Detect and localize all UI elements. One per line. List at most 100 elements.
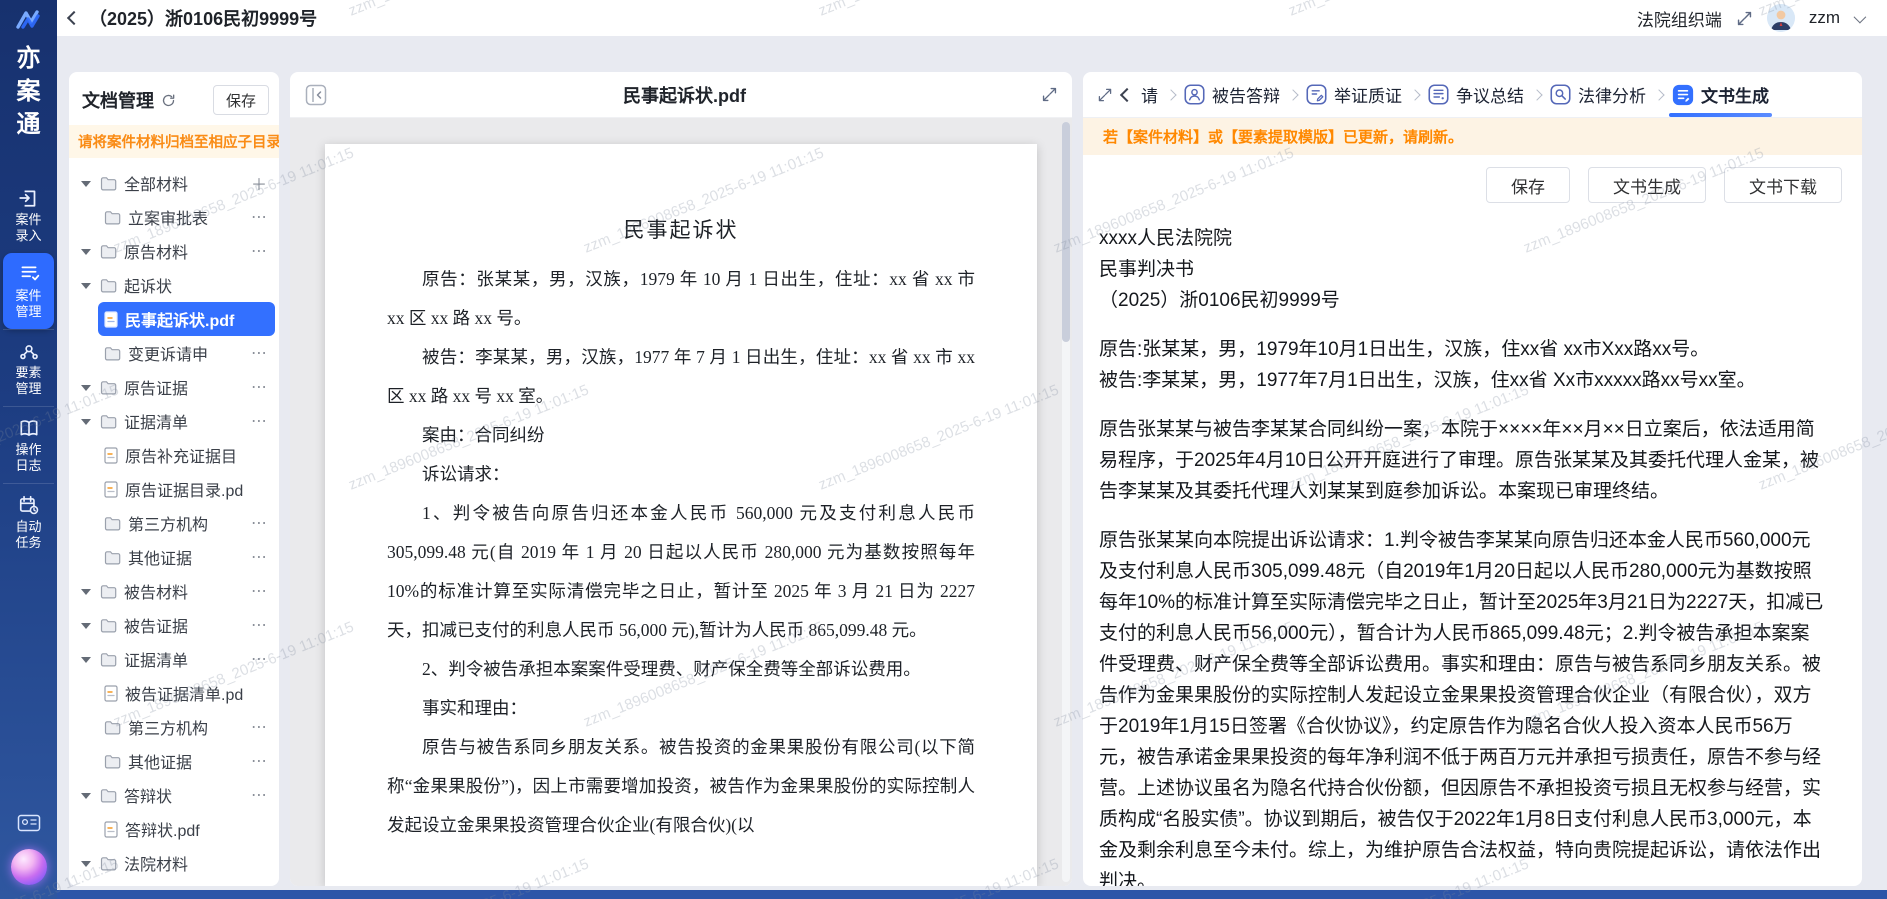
bottom-edge-strip bbox=[57, 890, 1887, 899]
tabs-scroll-left-icon[interactable] bbox=[1120, 87, 1134, 101]
tree-row[interactable]: 立案审批表 ⋯ bbox=[75, 200, 275, 234]
pdf-paragraph: 1、判令被告向原告归还本金人民币 560,000 元及支付利息人民币 305,0… bbox=[387, 494, 975, 650]
tree-row[interactable]: 原告补充证据目 bbox=[75, 438, 275, 472]
tree-row[interactable]: 被告证据 ⋯ bbox=[75, 608, 275, 642]
folder-icon bbox=[104, 720, 121, 735]
back-chevron-icon[interactable] bbox=[67, 11, 81, 25]
user-avatar[interactable] bbox=[1767, 4, 1795, 32]
tree-row[interactable]: 答辩状 ⋯ bbox=[75, 778, 275, 812]
row-action-icon[interactable]: ⋯ bbox=[251, 785, 269, 805]
tab-label: 法律分析 bbox=[1578, 82, 1646, 107]
generate-document-button[interactable]: 文书生成 bbox=[1588, 167, 1706, 203]
row-action-icon[interactable]: ＋ bbox=[251, 171, 269, 195]
ai-assistant-orb[interactable] bbox=[11, 849, 47, 885]
row-action-icon[interactable]: ⋯ bbox=[251, 581, 269, 601]
doc-generate-icon bbox=[1672, 84, 1694, 106]
pdf-doc-title: 民事起诉状 bbox=[387, 214, 975, 244]
save-button[interactable]: 保存 bbox=[213, 85, 269, 115]
download-document-button[interactable]: 文书下载 bbox=[1724, 167, 1842, 203]
case-number-title: （2025）浙0106民初9999号 bbox=[89, 5, 317, 31]
tree-row[interactable]: 起诉状 bbox=[75, 268, 275, 302]
row-action-icon[interactable]: ⋯ bbox=[251, 411, 269, 431]
caret-down-icon[interactable] bbox=[81, 384, 94, 390]
tree-row[interactable]: 原告证据 ⋯ bbox=[75, 370, 275, 404]
tree-row[interactable]: 证据清单 ⋯ bbox=[75, 404, 275, 438]
row-action-icon[interactable]: ⋯ bbox=[251, 207, 269, 227]
tab-label: 举证质证 bbox=[1334, 82, 1402, 107]
sidebar-item-label: 操作日志 bbox=[14, 442, 44, 474]
row-action-icon[interactable]: ⋯ bbox=[251, 615, 269, 635]
chevron-down-icon[interactable] bbox=[1854, 10, 1867, 23]
pdf-paragraph: 诉讼请求： bbox=[387, 455, 975, 494]
tree-row[interactable]: 原告证据目录.pd bbox=[75, 472, 275, 506]
caret-down-icon[interactable] bbox=[81, 418, 94, 424]
tree-row[interactable]: 第三方机构 ⋯ bbox=[75, 710, 275, 744]
row-action-icon[interactable]: ⋯ bbox=[251, 717, 269, 737]
caret-down-icon[interactable] bbox=[81, 792, 94, 798]
tree-row[interactable]: 变更诉请申 ⋯ bbox=[75, 336, 275, 370]
tab-defendant-reply[interactable]: 被告答辩 bbox=[1184, 72, 1280, 117]
row-action-icon[interactable]: ⋯ bbox=[251, 241, 269, 261]
expand-gen-panel-icon[interactable] bbox=[1097, 87, 1113, 103]
caret-down-icon[interactable] bbox=[81, 180, 94, 186]
pdf-paragraph: 原告：张某某，男，汉族，1979 年 10 月 1 日出生，住址：xx 省 xx… bbox=[387, 260, 975, 338]
sidebar-item-case-entry[interactable]: 案件录入 bbox=[3, 177, 54, 253]
row-action-icon[interactable]: ⋯ bbox=[251, 377, 269, 397]
tree-row[interactable]: 第三方机构 ⋯ bbox=[75, 506, 275, 540]
caret-down-icon[interactable] bbox=[81, 588, 94, 594]
folder-icon bbox=[100, 278, 117, 293]
tree-row[interactable]: 其他证据 ⋯ bbox=[75, 540, 275, 574]
tab-evidence-examination[interactable]: 举证质证 bbox=[1306, 72, 1402, 117]
judgment-paragraph bbox=[1099, 507, 1828, 525]
chevron-right-icon bbox=[1287, 89, 1298, 100]
sidebar-item-label: 自动任务 bbox=[14, 519, 44, 551]
tab-document-generation[interactable]: 文书生成 bbox=[1672, 72, 1769, 117]
tree-row[interactable]: 法院材料 bbox=[75, 846, 275, 880]
doc-summary-icon bbox=[1428, 84, 1449, 105]
caret-down-icon[interactable] bbox=[81, 282, 94, 288]
collapse-panel-icon[interactable] bbox=[304, 83, 328, 107]
caret-down-icon[interactable] bbox=[81, 622, 94, 628]
pdf-scrollbar-thumb[interactable] bbox=[1062, 122, 1070, 342]
row-action-icon[interactable]: ⋯ bbox=[251, 343, 269, 363]
tab-dispute-summary[interactable]: 争议总结 bbox=[1428, 72, 1524, 117]
save-document-button[interactable]: 保存 bbox=[1486, 167, 1570, 203]
tree-row[interactable]: 被告证据清单.pd bbox=[75, 676, 275, 710]
caret-down-icon[interactable] bbox=[81, 248, 94, 254]
sidebar-item-auto-task[interactable]: 自动任务 bbox=[3, 483, 54, 560]
tree-row[interactable]: 民事起诉状.pdf bbox=[75, 302, 275, 336]
caret-down-icon[interactable] bbox=[81, 860, 94, 866]
fullscreen-expand-icon[interactable] bbox=[1736, 10, 1753, 27]
expand-pdf-icon[interactable] bbox=[1041, 86, 1058, 103]
tree-row[interactable]: 其他证据 ⋯ bbox=[75, 744, 275, 778]
folder-icon bbox=[100, 244, 117, 259]
pdf-scrollbar[interactable] bbox=[1062, 122, 1070, 882]
card-icon[interactable] bbox=[17, 813, 41, 833]
workflow-tabbar: 请 被告答辩 bbox=[1083, 72, 1862, 118]
sidebar-item-label: 案件录入 bbox=[14, 212, 44, 244]
refresh-icon[interactable] bbox=[161, 93, 176, 108]
tree-row[interactable]: 全部材料 ＋ bbox=[75, 166, 275, 200]
sidebar-item-element-management[interactable]: 要素管理 bbox=[3, 329, 54, 406]
sidebar-item-operation-log[interactable]: 操作日志 bbox=[3, 406, 54, 483]
judgment-paragraph: 被告:李某某，男，1977年7月1日出生，汉族，住xx省 Xx市xxxxx路xx… bbox=[1099, 365, 1828, 396]
folder-icon bbox=[100, 176, 117, 191]
tab-claims-partial[interactable]: 请 bbox=[1141, 72, 1158, 117]
row-action-icon[interactable]: ⋯ bbox=[251, 513, 269, 533]
username-label: zzm bbox=[1809, 8, 1840, 28]
pdf-paragraph: 事实和理由： bbox=[387, 689, 975, 728]
row-action-icon[interactable]: ⋯ bbox=[251, 649, 269, 669]
sidebar-item-case-management[interactable]: 案件管理 bbox=[3, 253, 54, 329]
tab-legal-analysis[interactable]: 法律分析 bbox=[1550, 72, 1646, 117]
caret-down-icon[interactable] bbox=[81, 656, 94, 662]
folder-icon bbox=[104, 346, 121, 361]
row-action-icon[interactable]: ⋯ bbox=[251, 751, 269, 771]
judgment-paragraph: 民事判决书 bbox=[1099, 254, 1828, 285]
folder-icon bbox=[104, 516, 121, 531]
tree-row[interactable]: 证据清单 ⋯ bbox=[75, 642, 275, 676]
row-action-icon[interactable]: ⋯ bbox=[251, 547, 269, 567]
file-icon bbox=[104, 821, 118, 838]
tree-row[interactable]: 被告材料 ⋯ bbox=[75, 574, 275, 608]
tree-row[interactable]: 答辩状.pdf bbox=[75, 812, 275, 846]
tree-row[interactable]: 原告材料 ⋯ bbox=[75, 234, 275, 268]
